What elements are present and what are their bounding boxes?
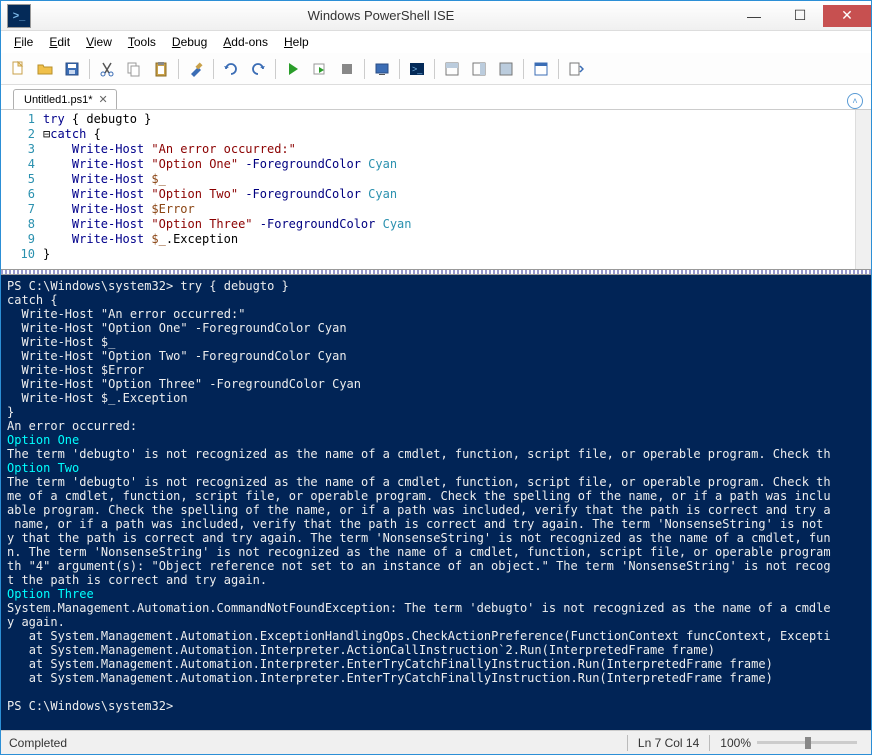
menu-help[interactable]: Help [277,33,316,51]
redo-icon[interactable] [245,56,271,82]
cut-icon[interactable] [94,56,120,82]
run-selection-icon[interactable] [307,56,333,82]
editor-scrollbar[interactable] [855,110,871,269]
window-title: Windows PowerShell ISE [31,8,731,23]
open-file-icon[interactable] [32,56,58,82]
zoom-slider[interactable] [757,741,857,744]
line-numbers: 12345678910 [1,110,43,269]
save-icon[interactable] [59,56,85,82]
collapse-script-pane-icon[interactable]: ˄ [847,93,863,109]
svg-text:>_: >_ [412,64,423,74]
show-script-pane-top-icon[interactable] [439,56,465,82]
paste-icon[interactable] [148,56,174,82]
title-bar: >_ Windows PowerShell ISE ― ☐ ✕ [1,1,871,31]
cursor-position: Ln 7 Col 14 [638,736,699,750]
tab-close-icon[interactable]: ✕ [99,93,108,106]
menu-tools[interactable]: Tools [121,33,163,51]
code-area[interactable]: try { debugto }⊟catch { Write-Host "An e… [43,110,855,269]
menu-view[interactable]: View [79,33,119,51]
show-command-icon[interactable] [528,56,554,82]
show-command-addon-icon[interactable] [563,56,589,82]
script-editor[interactable]: 12345678910 try { debugto }⊟catch { Writ… [1,109,871,269]
zoom-level: 100% [720,736,751,750]
menu-bar: File Edit View Tools Debug Add-ons Help [1,31,871,53]
stop-icon[interactable] [334,56,360,82]
tab-label: Untitled1.ps1* [24,94,93,106]
copy-icon[interactable] [121,56,147,82]
status-text: Completed [9,736,67,750]
app-icon: >_ [7,4,31,28]
toolbar: >_ [1,53,871,85]
run-script-icon[interactable] [280,56,306,82]
menu-debug[interactable]: Debug [165,33,214,51]
close-button[interactable]: ✕ [823,5,871,27]
clear-icon[interactable] [183,56,209,82]
console-pane[interactable]: PS C:\Windows\system32> try { debugto } … [1,275,871,730]
minimize-button[interactable]: ― [731,5,777,27]
undo-icon[interactable] [218,56,244,82]
new-remote-tab-icon[interactable] [369,56,395,82]
new-file-icon[interactable] [5,56,31,82]
menu-edit[interactable]: Edit [42,33,77,51]
menu-addons[interactable]: Add-ons [216,33,275,51]
status-bar: Completed Ln 7 Col 14 100% [1,730,871,754]
tab-bar: Untitled1.ps1* ✕ ˄ [1,85,871,109]
file-tab[interactable]: Untitled1.ps1* ✕ [13,89,117,109]
maximize-button[interactable]: ☐ [777,5,823,27]
show-script-pane-right-icon[interactable] [466,56,492,82]
show-script-pane-max-icon[interactable] [493,56,519,82]
start-powershell-icon[interactable]: >_ [404,56,430,82]
menu-file[interactable]: File [7,33,40,51]
